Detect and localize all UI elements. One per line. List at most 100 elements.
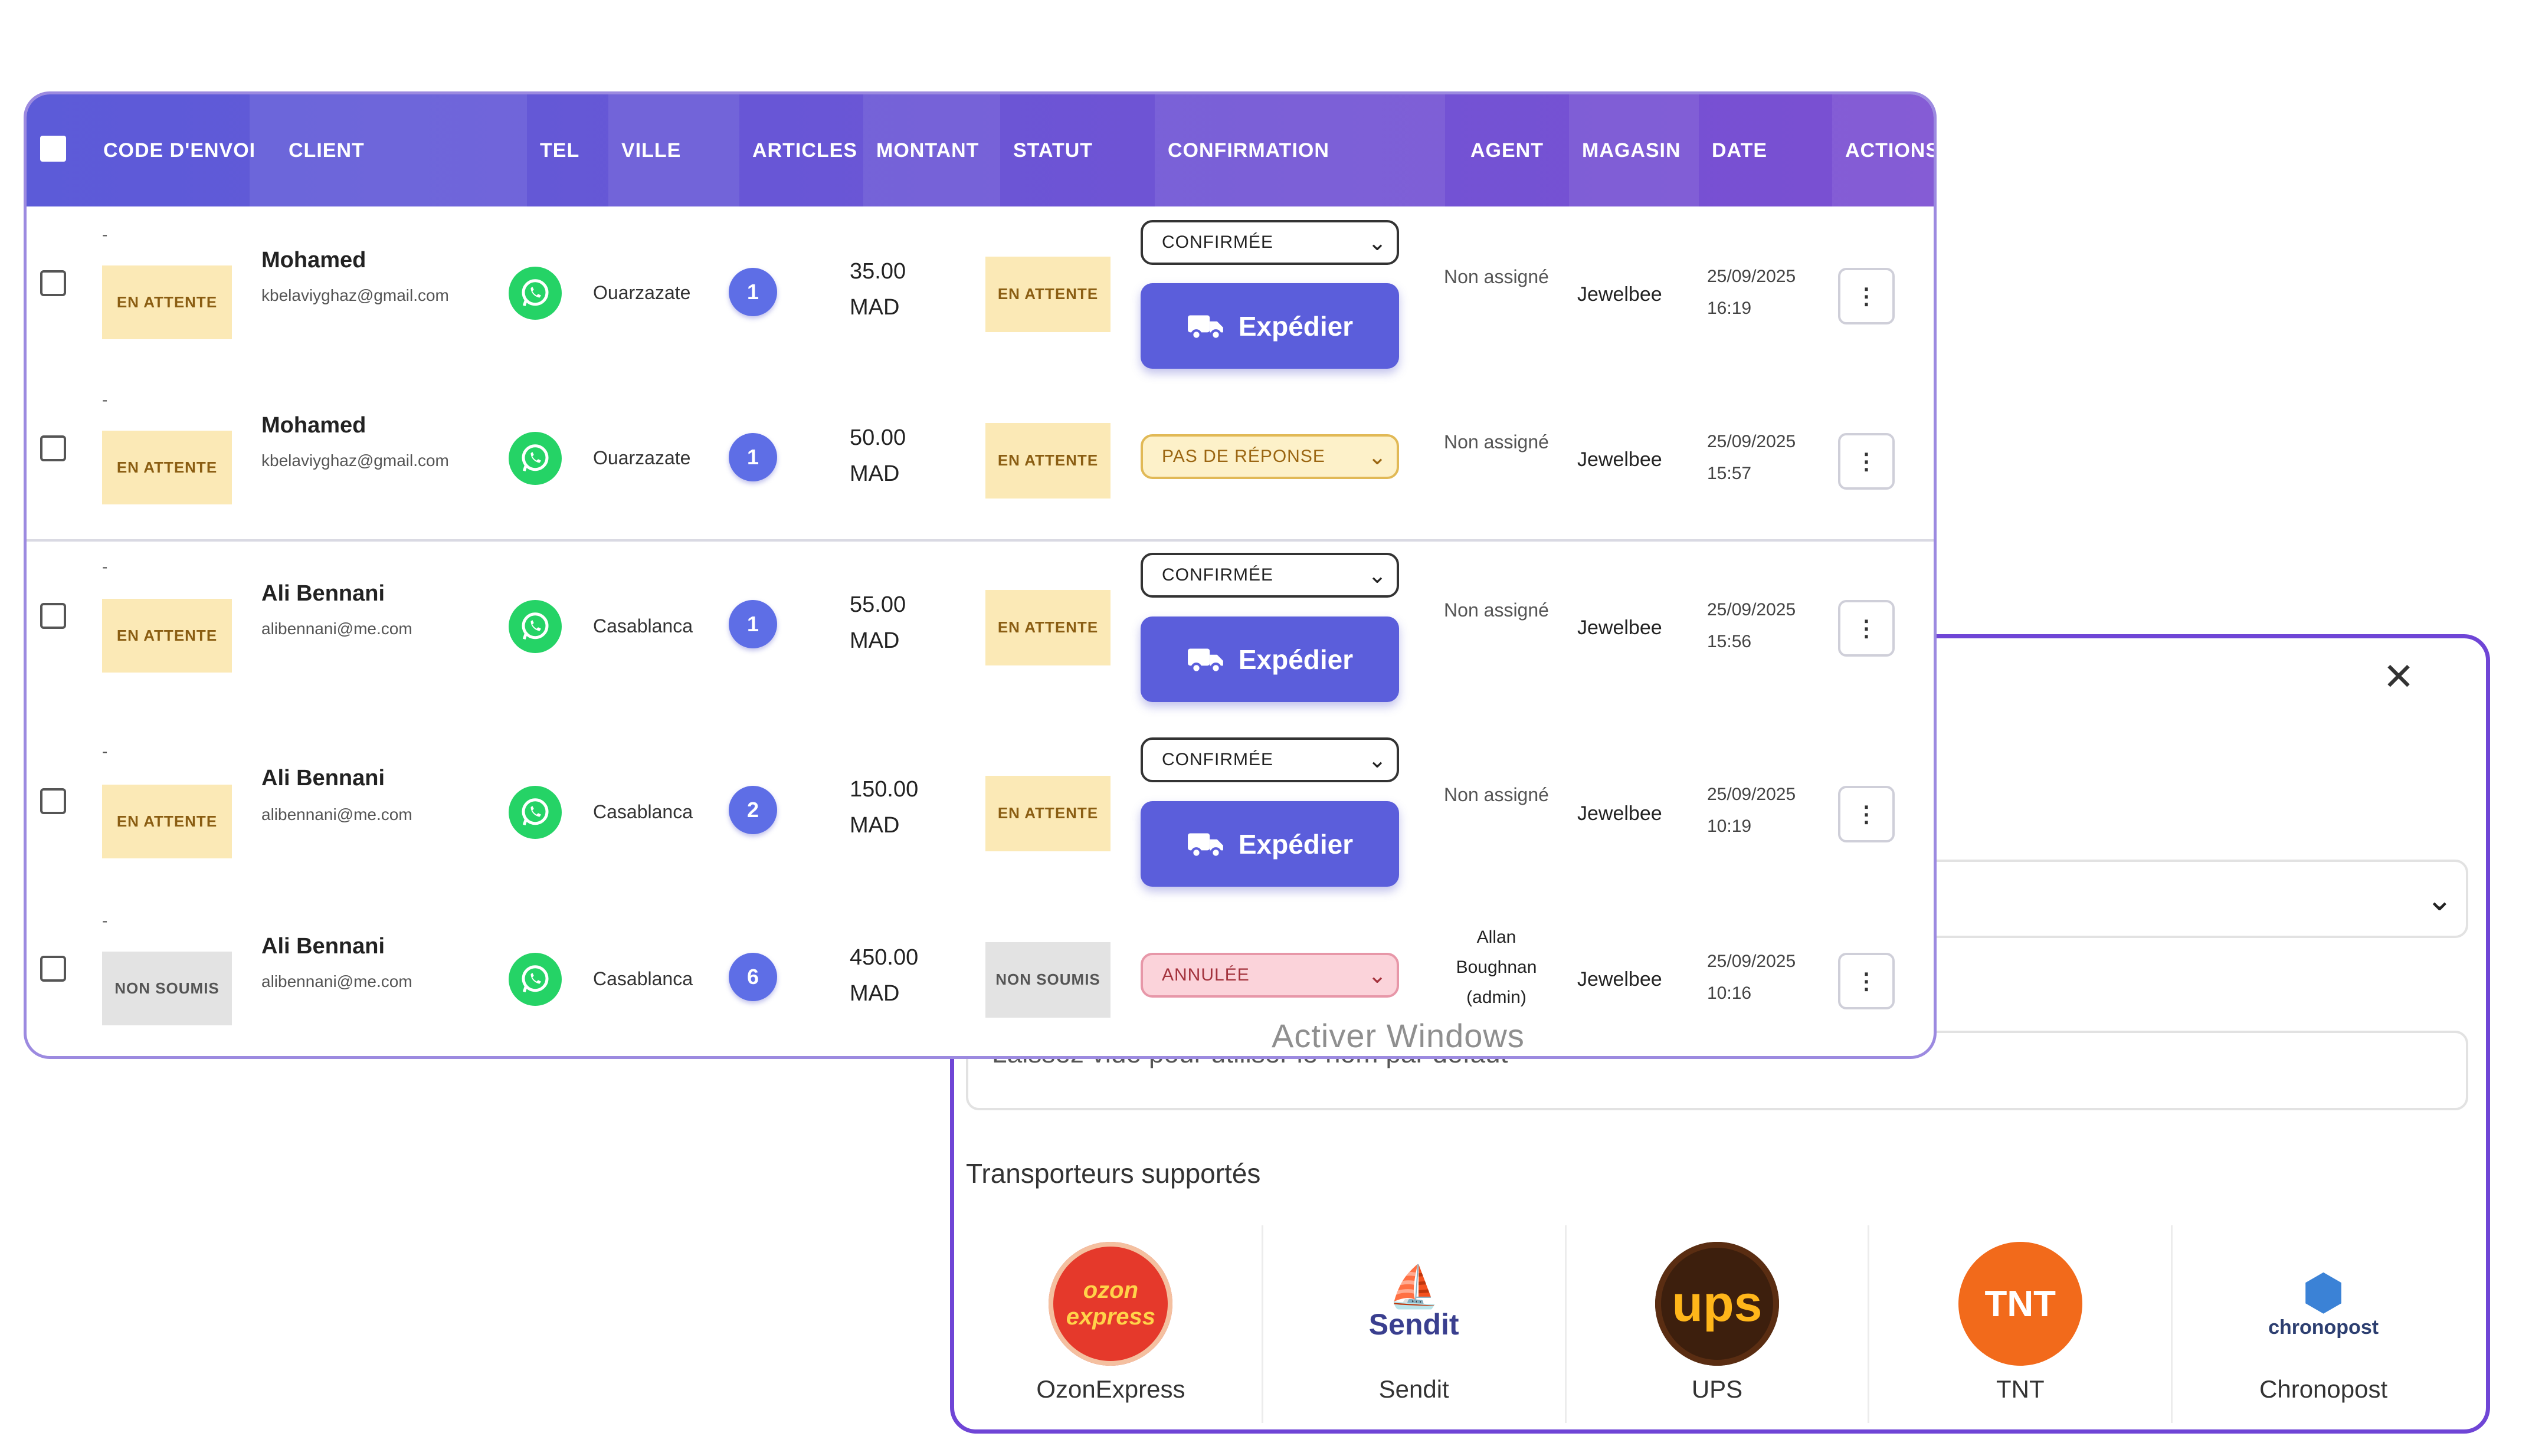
amount: 35.00 MAD (850, 259, 906, 320)
client-name: Ali Bennani (261, 766, 385, 791)
chevron-down-icon: ⌄ (1368, 444, 1387, 470)
table-row: - Non soumis Ali Bennani alibennani@me.c… (27, 894, 1934, 1056)
ups-logo-icon: ups (1655, 1242, 1779, 1366)
windows-activation-watermark: Activer Windows (1272, 1017, 1525, 1054)
ship-button[interactable]: Expédier (1141, 283, 1399, 369)
agent: Non assigné (1444, 599, 1549, 621)
table-row: - En attente Ali Bennani alibennani@me.c… (27, 540, 1934, 706)
order-date: 25/09/2025 15:56 (1707, 600, 1796, 651)
table-header: Code d'envoi Client Tel Ville Articles M… (27, 94, 1934, 206)
code-status-badge: En attente (102, 785, 232, 858)
carriers-label: Transporteurs supportés (966, 1158, 1261, 1189)
store: Jewelbee (1577, 968, 1662, 991)
col-tel: Tel (540, 139, 580, 162)
whatsapp-icon[interactable] (509, 786, 562, 839)
store: Jewelbee (1577, 616, 1662, 639)
code-status-badge: Non soumis (102, 952, 232, 1025)
articles-count: 6 (729, 953, 777, 1001)
chevron-down-icon: ⌄ (1368, 963, 1387, 988)
ozonexpress-logo-icon: ozon express (1049, 1242, 1173, 1366)
close-icon[interactable]: ✕ (2381, 655, 2416, 698)
row-checkbox[interactable] (40, 788, 66, 814)
city: Ouarzazate (593, 447, 691, 468)
carrier-tnt[interactable]: TNT TNT (1869, 1225, 2173, 1423)
row-checkbox[interactable] (40, 603, 66, 629)
col-client: Client (250, 94, 527, 206)
confirmation-select[interactable]: Annulée ⌄ (1141, 953, 1399, 998)
articles-count: 2 (729, 786, 777, 834)
truck-icon (1187, 832, 1223, 858)
carrier-ozonexpress[interactable]: ozon express OzonExpress (960, 1225, 1263, 1423)
code-status-badge: En attente (102, 265, 232, 339)
city: Casablanca (593, 801, 693, 822)
client-name: Mohamed (261, 248, 366, 273)
confirmation-select[interactable]: Confirmée ⌄ (1141, 220, 1399, 265)
carrier-name: UPS (1691, 1375, 1743, 1403)
client-name: Ali Bennani (261, 581, 385, 606)
col-ville: Ville (608, 94, 739, 206)
row-checkbox[interactable] (40, 956, 66, 982)
confirmation-select[interactable]: Confirmée ⌄ (1141, 553, 1399, 598)
carrier-sendit[interactable]: ⛵ Sendit Sendit (1263, 1225, 1567, 1423)
client-email: kbelaviyghaz@gmail.com (261, 286, 449, 304)
ship-button[interactable]: Expédier (1141, 616, 1399, 702)
status-badge: Non soumis (985, 942, 1111, 1018)
store: Jewelbee (1577, 283, 1662, 306)
whatsapp-icon[interactable] (509, 267, 562, 320)
row-checkbox[interactable] (40, 435, 66, 461)
carrier-name: Sendit (1378, 1375, 1449, 1403)
shipping-code: - (102, 558, 108, 576)
code-status-badge: En attente (102, 599, 232, 673)
more-actions-button[interactable]: ⋮ (1838, 268, 1895, 324)
whatsapp-icon[interactable] (509, 600, 562, 653)
carrier-name: Chronopost (2259, 1375, 2388, 1403)
carrier-name: OzonExpress (1036, 1375, 1185, 1403)
confirmation-select[interactable]: Pas de réponse ⌄ (1141, 434, 1399, 479)
col-date: Date (1712, 139, 1768, 162)
chevron-down-icon: ⌄ (1368, 747, 1387, 773)
sendit-logo-icon: ⛵ Sendit (1352, 1242, 1476, 1366)
articles-count: 1 (729, 268, 777, 316)
more-actions-button[interactable]: ⋮ (1838, 433, 1895, 490)
shipping-code: - (102, 391, 108, 409)
shipping-code: - (102, 225, 108, 244)
city: Casablanca (593, 615, 693, 637)
carrier-name: TNT (1996, 1375, 2045, 1403)
chevron-down-icon: ⌄ (1368, 230, 1387, 255)
col-montant: Montant (863, 94, 1000, 206)
agent: Allan Boughnan (admin) (1456, 927, 1537, 1007)
client-email: alibennani@me.com (261, 619, 412, 638)
client-name: Ali Bennani (261, 934, 385, 959)
col-actions: Actions (1832, 94, 1934, 206)
whatsapp-icon[interactable] (509, 432, 562, 485)
ship-button[interactable]: Expédier (1141, 801, 1399, 887)
more-actions-button[interactable]: ⋮ (1838, 786, 1895, 842)
agent: Non assigné (1444, 266, 1549, 287)
status-badge: En attente (985, 257, 1111, 332)
code-status-badge: En attente (102, 431, 232, 504)
amount: 450.00 MAD (850, 945, 919, 1006)
more-actions-button[interactable]: ⋮ (1838, 953, 1895, 1009)
confirmation-select[interactable]: Confirmée ⌄ (1141, 737, 1399, 782)
store: Jewelbee (1577, 448, 1662, 471)
select-all-checkbox[interactable] (40, 136, 66, 162)
articles-count: 1 (729, 600, 777, 648)
row-checkbox[interactable] (40, 270, 66, 296)
col-statut: Statut (1013, 139, 1093, 162)
agent: Non assigné (1444, 431, 1549, 452)
table-row: - En attente Ali Bennani alibennani@me.c… (27, 726, 1934, 892)
carrier-ups[interactable]: ups UPS (1567, 1225, 1870, 1423)
status-badge: En attente (985, 423, 1111, 499)
store: Jewelbee (1577, 802, 1662, 825)
order-date: 25/09/2025 10:16 (1707, 952, 1796, 1003)
amount: 150.00 MAD (850, 777, 919, 838)
whatsapp-icon[interactable] (509, 953, 562, 1006)
col-articles: Articles (752, 139, 857, 162)
more-actions-button[interactable]: ⋮ (1838, 600, 1895, 657)
order-date: 25/09/2025 16:19 (1707, 267, 1796, 318)
carrier-chronopost[interactable]: ⬢ chronopost Chronopost (2173, 1225, 2474, 1423)
carrier-list: ozon express OzonExpress ⛵ Sendit Sendit u… (960, 1225, 2474, 1423)
agent: Non assigné (1444, 784, 1549, 805)
client-email: alibennani@me.com (261, 805, 412, 824)
col-agent: Agent (1470, 139, 1544, 162)
